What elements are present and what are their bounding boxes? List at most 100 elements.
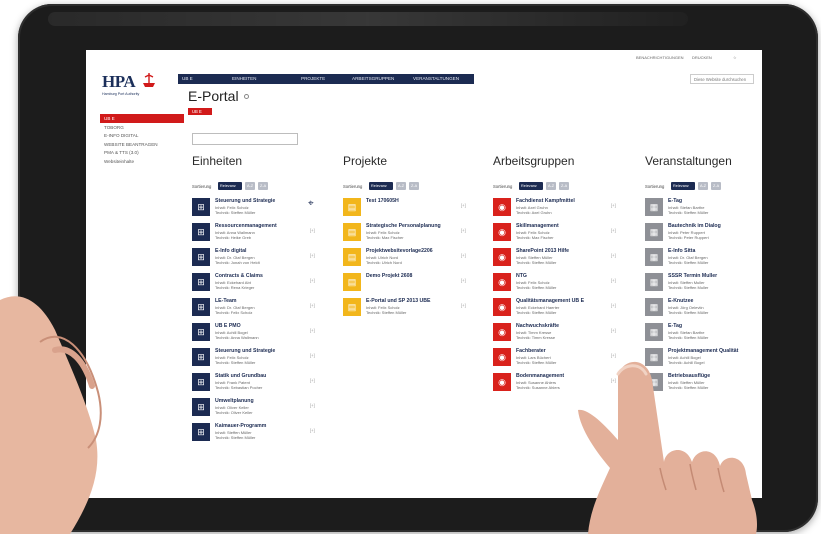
leftnav-item-websiteinhalte[interactable]: Websiteinhalte — [100, 157, 184, 166]
list-item[interactable]: ▦ E-Tag Inhalt: Stefan Barthe Technik: Stef… — [645, 198, 762, 223]
list-item[interactable]: ▦ Projektmanagement Qualität Inhalt: Achil… — [645, 348, 762, 373]
sort-relevanz-button[interactable]: Relevanz — [671, 182, 695, 190]
list-item[interactable]: ⊞ Ressourcenmanagement Inhalt: Anna Wallma… — [192, 223, 332, 248]
list-item[interactable]: ◉ NTG Inhalt: Felix Scholz Technik: Steffen… — [493, 273, 633, 298]
list-item[interactable]: ▦ SSSR Termin Muller Inhalt: Steffen Mulle… — [645, 273, 762, 298]
join-link[interactable]: [+] — [611, 203, 616, 208]
list-item[interactable]: ▦ Betriebsausflüge Inhalt: Steffen Müller T… — [645, 373, 762, 398]
item-title-steuerung-und-strategie[interactable]: Steuerung und Strategie — [215, 348, 275, 354]
sort-za-button[interactable]: Z-A — [559, 182, 569, 190]
list-item[interactable]: ◉ Bodenmanagement Inhalt: Susanne Ahlers Te… — [493, 373, 633, 398]
item-title-e-info-digital[interactable]: E-Info digital — [215, 248, 246, 254]
hpa-logo[interactable]: HPA Hamburg Port Authority — [102, 72, 162, 106]
item-title-bautechnik-im-dialog[interactable]: Bautechnik im Dialog — [668, 223, 721, 229]
item-title-e-portal-und-sp-2013-ube[interactable]: E-Portal und SP 2013 UBE — [366, 298, 430, 304]
leftnav-item-website-beantragen[interactable]: WEBSITE BEANTRAGEN — [100, 140, 184, 149]
list-item[interactable]: ⊞ Contracts & Claims Inhalt: Eckehard Abt T… — [192, 273, 332, 298]
list-item[interactable]: ▤ E-Portal und SP 2013 UBE Inhalt: Felix S… — [343, 298, 483, 323]
join-link[interactable]: [+] — [611, 228, 616, 233]
sort-az-button[interactable]: A-Z — [396, 182, 406, 190]
join-link[interactable]: [+] — [461, 228, 466, 233]
list-item[interactable]: ▦ E-Knutzee Inhalt: Jörg Oelevtin Technik: … — [645, 298, 762, 323]
item-title-ub-e-pmo[interactable]: UB E PMO — [215, 323, 241, 329]
item-title-qualit-tsmanagement-ub-e[interactable]: Qualitätsmanagement UB E — [516, 298, 584, 304]
sort-relevanz-button[interactable]: Relevanz — [369, 182, 393, 190]
join-link[interactable]: [+] — [611, 353, 616, 358]
sort-za-button[interactable]: Z-A — [258, 182, 268, 190]
item-title-steuerung-und-strategie[interactable]: Steuerung und Strategie — [215, 198, 275, 204]
item-title-strategische-personalplanung[interactable]: Strategische Personalplanung — [366, 223, 441, 229]
sort-za-button[interactable]: Z-A — [711, 182, 721, 190]
sort-za-button[interactable]: Z-A — [409, 182, 419, 190]
list-item[interactable]: ◉ SharePoint 2013 Hilfe Inhalt: Steffen Mü… — [493, 248, 633, 273]
join-link[interactable]: [+] — [310, 378, 315, 383]
join-link[interactable]: [+] — [310, 303, 315, 308]
item-title-projektwebsitevorlage2206[interactable]: Projektwebsitevorlage2206 — [366, 248, 433, 254]
item-title-le-team[interactable]: LE-Team — [215, 298, 237, 304]
join-link[interactable]: [+] — [611, 253, 616, 258]
join-link[interactable]: [+] — [611, 328, 616, 333]
item-title-betriebsausfl-ge[interactable]: Betriebsausflüge — [668, 373, 710, 379]
item-title-fachdienst-kampfmittel[interactable]: Fachdienst Kampfmittel — [516, 198, 575, 204]
list-item[interactable]: ⊞ E-Info digital Inhalt: Dr. Olaf Bergen Te… — [192, 248, 332, 273]
item-title-e-info-sitta[interactable]: E-Info Sitta — [668, 248, 695, 254]
item-title-e-tag[interactable]: E-Tag — [668, 198, 682, 204]
list-item[interactable]: ▤ Projektwebsitevorlage2206 Inhalt: Ulrich… — [343, 248, 483, 273]
join-link[interactable]: [+] — [310, 403, 315, 408]
search-input[interactable] — [192, 133, 298, 145]
item-title-skillmanagement[interactable]: Skillmanagement — [516, 223, 559, 229]
list-item[interactable]: ▦ E-Info Sitta Inhalt: Dr. Olaf Bergen Tech… — [645, 248, 762, 273]
leftnav-item-toborg[interactable]: TOBORG — [100, 123, 184, 132]
list-item[interactable]: ⊞ Kaimauer-Programm Inhalt: Steffen Müller… — [192, 423, 332, 448]
sort-relevanz-button[interactable]: Relevanz — [519, 182, 543, 190]
item-title-statik-und-grundbau[interactable]: Statik und Grundbau — [215, 373, 266, 379]
nav-projekte[interactable]: PROJEKTE — [301, 76, 325, 81]
join-link[interactable]: [+] — [611, 378, 616, 383]
ub-badge[interactable]: UB E — [188, 108, 212, 115]
list-item[interactable]: ◉ Qualitätsmanagement UB E Inhalt: Eckehar… — [493, 298, 633, 323]
join-link[interactable]: [+] — [461, 278, 466, 283]
item-title-ressourcenmanagement[interactable]: Ressourcenmanagement — [215, 223, 277, 229]
item-title-bodenmanagement[interactable]: Bodenmanagement — [516, 373, 564, 379]
list-item[interactable]: ⊞ Umweltplanung Inhalt: Oliver Keller Techn… — [192, 398, 332, 423]
list-item[interactable]: ▤ Strategische Personalplanung Inhalt: Fel… — [343, 223, 483, 248]
leftnav-item-e-info-digital[interactable]: E-INFO DIGITAL — [100, 131, 184, 140]
item-title-sharepoint-2013-hilfe[interactable]: SharePoint 2013 Hilfe — [516, 248, 569, 254]
join-link[interactable]: [+] — [310, 253, 315, 258]
list-item[interactable]: ▦ E-Tag Inhalt: Stefan Barthe Technik: Stef… — [645, 323, 762, 348]
item-title-projektmanagement-qualit-t[interactable]: Projektmanagement Qualität — [668, 348, 738, 354]
join-link[interactable]: [+] — [310, 278, 315, 283]
sort-relevanz-button[interactable]: Relevanz — [218, 182, 242, 190]
join-link[interactable]: [+] — [611, 278, 616, 283]
sort-az-button[interactable]: A-Z — [698, 182, 708, 190]
follow-icon[interactable] — [244, 94, 249, 99]
join-link[interactable]: [+] — [461, 203, 466, 208]
item-title-ntg[interactable]: NTG — [516, 273, 527, 279]
leftnav-item-ub-e[interactable]: UB E — [100, 114, 184, 123]
join-link[interactable]: [+] — [461, 253, 466, 258]
item-title-test-170605h[interactable]: Test 170605H — [366, 198, 399, 204]
join-link[interactable]: [+] — [310, 428, 315, 433]
join-link[interactable]: [+] — [310, 328, 315, 333]
list-item[interactable]: ⊞ LE-Team Inhalt: Dr. Olaf Bergen Technik: … — [192, 298, 332, 323]
sort-az-button[interactable]: A-Z — [546, 182, 556, 190]
nav-einheiten[interactable]: EINHEITEN — [232, 76, 257, 81]
item-title-kaimauer-programm[interactable]: Kaimauer-Programm — [215, 423, 266, 429]
list-item[interactable]: ⊞ Statik und Grundbau Inhalt: Frank Patent… — [192, 373, 332, 398]
list-item[interactable]: ◉ Nachwuchskräfte Inhalt: Timm Kresse Techn… — [493, 323, 633, 348]
join-link[interactable]: [+] — [310, 353, 315, 358]
nav-veranstaltungen[interactable]: VERANSTALTUNGEN — [413, 76, 459, 81]
item-title-fachberater[interactable]: Fachberater — [516, 348, 546, 354]
list-item[interactable]: ⊞ Steuerung und Strategie Inhalt: Felix Sc… — [192, 348, 332, 373]
list-item[interactable]: ◉ Fachdienst Kampfmittel Inhalt: Axel Gruh… — [493, 198, 633, 223]
nav-arbeitsgruppen[interactable]: ARBEITSGRUPPEN — [352, 76, 394, 81]
item-title-demo-projekt-2608[interactable]: Demo Projekt 2608 — [366, 273, 412, 279]
list-item[interactable]: ◉ Fachberater Inhalt: Lars Büchert Technik:… — [493, 348, 633, 373]
join-link[interactable]: [+] — [310, 228, 315, 233]
nav-ub-e[interactable]: UB E — [182, 76, 193, 81]
item-title-sssr-termin-muller[interactable]: SSSR Termin Muller — [668, 273, 717, 279]
list-item[interactable]: ▦ Bautechnik im Dialog Inhalt: Peter Ruppe… — [645, 223, 762, 248]
item-title-contracts-claims[interactable]: Contracts & Claims — [215, 273, 263, 279]
list-item[interactable]: ⊞ Steuerung und Strategie Inhalt: Felix Sc… — [192, 198, 332, 223]
list-item[interactable]: ▤ Demo Projekt 2608 [+] — [343, 273, 483, 298]
